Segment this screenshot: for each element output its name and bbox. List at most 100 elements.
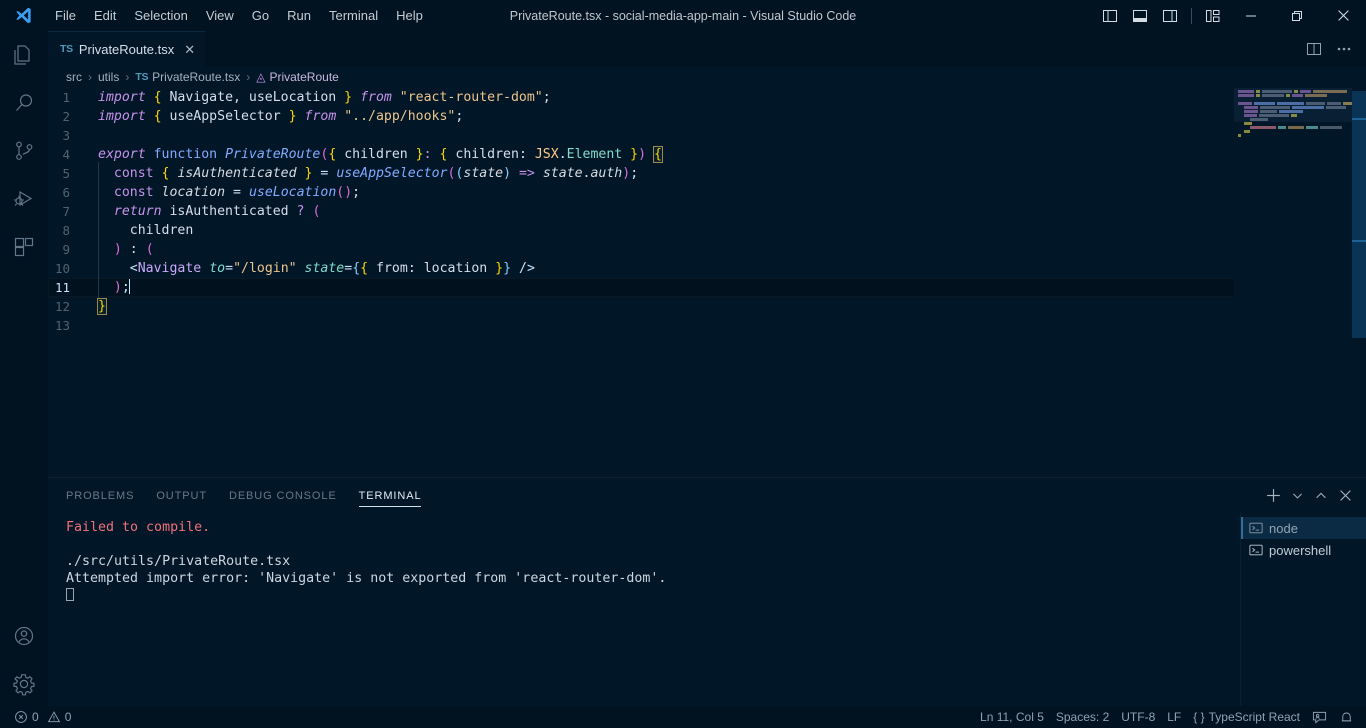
activity-bar-bottom: [0, 612, 48, 708]
editor-actions: [1300, 31, 1366, 66]
vscode-window: File Edit Selection View Go Run Terminal…: [0, 0, 1366, 728]
sidebar-item-source-control[interactable]: [0, 127, 48, 175]
menu-view[interactable]: View: [198, 4, 242, 28]
terminal-instance-powershell[interactable]: powershell: [1241, 539, 1366, 561]
files-icon: [14, 45, 30, 65]
code-text: <Navigate to="/login" state={{ from: loc…: [92, 257, 535, 280]
title-bar-actions: [1095, 0, 1366, 31]
sidebar-item-search[interactable]: [0, 79, 48, 127]
panel-actions: [1262, 483, 1366, 509]
menu-help[interactable]: Help: [388, 4, 431, 28]
account-icon: [14, 626, 34, 646]
code-line: 9 ) : (: [48, 238, 1366, 261]
manage-settings-button[interactable]: [0, 660, 48, 708]
tab-label: PrivateRoute.tsx: [78, 41, 175, 57]
bell-icon: [1341, 712, 1352, 721]
terminal-output[interactable]: Failed to compile. ./src/utils/PrivateRo…: [48, 513, 1240, 708]
maximize-panel-icon[interactable]: [1310, 483, 1332, 509]
breadcrumb-src[interactable]: src: [66, 70, 82, 84]
minimap-slider[interactable]: [1234, 88, 1352, 122]
status-indentation[interactable]: Spaces: 2: [1050, 706, 1115, 728]
breadcrumb-file[interactable]: PrivateRoute.tsx: [152, 70, 240, 84]
status-language-mode[interactable]: { } TypeScript React: [1187, 706, 1306, 728]
tab-terminal[interactable]: TERMINAL: [358, 478, 422, 513]
more-actions-icon[interactable]: [1330, 31, 1358, 66]
editor-scrollbar-thumb[interactable]: [1352, 88, 1366, 338]
tab-problems[interactable]: PROBLEMS: [66, 478, 134, 513]
terminal-line: Attempted import error: 'Navigate' is no…: [66, 571, 667, 586]
status-cursor-position[interactable]: Ln 11, Col 5: [974, 706, 1050, 728]
vscode-logo-icon: [0, 0, 46, 31]
tab-private-route-tsx[interactable]: TS PrivateRoute.tsx ✕: [48, 31, 206, 66]
split-editor-icon[interactable]: [1300, 31, 1328, 66]
line-number: 6: [62, 185, 70, 200]
menu-selection[interactable]: Selection: [126, 4, 195, 28]
gear-icon: [13, 674, 35, 696]
code-text: }: [97, 298, 107, 315]
run-debug-icon: [14, 190, 33, 207]
code-text: import { Navigate, useLocation } from "r…: [98, 90, 551, 105]
chevron-down-icon[interactable]: [1286, 483, 1308, 509]
close-icon[interactable]: ✕: [184, 43, 195, 56]
minimize-button[interactable]: [1228, 0, 1274, 31]
menu-run[interactable]: Run: [279, 4, 319, 28]
code-text: export function PrivateRoute({ children …: [98, 146, 663, 163]
terminal-instance-label: node: [1269, 520, 1298, 536]
toggle-primary-sidebar-icon[interactable]: [1095, 0, 1125, 31]
customize-layout-icon[interactable]: [1198, 0, 1228, 31]
code-line: 10 <Navigate to="/login" state={{ from: …: [48, 257, 1366, 280]
symbol-function-icon: ◬: [256, 70, 266, 84]
sidebar-item-extensions[interactable]: [0, 223, 48, 271]
code-line: 1 import { Navigate, useLocation } from …: [48, 88, 1366, 107]
status-problems[interactable]: 0 0: [8, 706, 77, 728]
overview-mark: [1352, 118, 1366, 120]
menu-terminal[interactable]: Terminal: [321, 4, 386, 28]
menu-edit[interactable]: Edit: [86, 4, 124, 28]
close-panel-icon[interactable]: [1334, 483, 1356, 509]
status-eol[interactable]: LF: [1161, 706, 1187, 728]
breadcrumb-symbol[interactable]: PrivateRoute: [269, 70, 338, 84]
breadcrumb-utils[interactable]: utils: [98, 70, 119, 84]
status-feedback[interactable]: [1306, 706, 1333, 728]
terminal-instance-node[interactable]: node: [1241, 517, 1366, 539]
close-button[interactable]: [1320, 0, 1366, 31]
menu-go[interactable]: Go: [244, 4, 277, 28]
status-notifications[interactable]: [1333, 706, 1360, 728]
feedback-icon: [1312, 711, 1327, 724]
restore-button[interactable]: [1274, 0, 1320, 31]
code-text: children: [92, 219, 193, 242]
extensions-icon: [14, 237, 34, 257]
bottom-panel: PROBLEMS OUTPUT DEBUG CONSOLE TERMINAL F…: [48, 477, 1366, 708]
toggle-panel-icon[interactable]: [1125, 0, 1155, 31]
warning-count: 0: [64, 710, 72, 724]
typescript-file-icon: TS: [135, 71, 149, 83]
activity-bar: [0, 31, 48, 708]
text-cursor: [128, 279, 131, 294]
line-number: 11: [54, 280, 70, 295]
code-editor[interactable]: 1 import { Navigate, useLocation } from …: [48, 88, 1366, 477]
code-text: );: [92, 276, 131, 299]
search-icon: [16, 94, 33, 111]
terminal-icon: [1249, 522, 1263, 534]
status-bar-right: Ln 11, Col 5 Spaces: 2 UTF-8 LF { } Type…: [974, 706, 1366, 728]
sidebar-item-run-debug[interactable]: [0, 175, 48, 223]
line-number: 7: [62, 204, 70, 219]
minimap[interactable]: [1234, 88, 1352, 477]
tab-output[interactable]: OUTPUT: [156, 478, 207, 513]
code-line-current: 11 );: [48, 276, 1366, 299]
editor-scrollbar[interactable]: [1352, 88, 1366, 477]
sidebar-item-explorer[interactable]: [0, 31, 48, 79]
title-bar: File Edit Selection View Go Run Terminal…: [0, 0, 1366, 31]
new-terminal-icon[interactable]: [1262, 483, 1284, 509]
tab-debug-console[interactable]: DEBUG CONSOLE: [229, 478, 337, 513]
accounts-button[interactable]: [0, 612, 48, 660]
toggle-secondary-sidebar-icon[interactable]: [1155, 0, 1185, 31]
chevron-right-icon: ›: [88, 70, 92, 84]
status-encoding[interactable]: UTF-8: [1115, 706, 1161, 728]
code-text: const { isAuthenticated } = useAppSelect…: [92, 162, 638, 185]
terminal-cursor-box-icon: [66, 588, 74, 601]
panel-tab-bar: PROBLEMS OUTPUT DEBUG CONSOLE TERMINAL: [48, 478, 1366, 513]
menu-file[interactable]: File: [47, 4, 84, 28]
line-number: 10: [54, 261, 70, 276]
